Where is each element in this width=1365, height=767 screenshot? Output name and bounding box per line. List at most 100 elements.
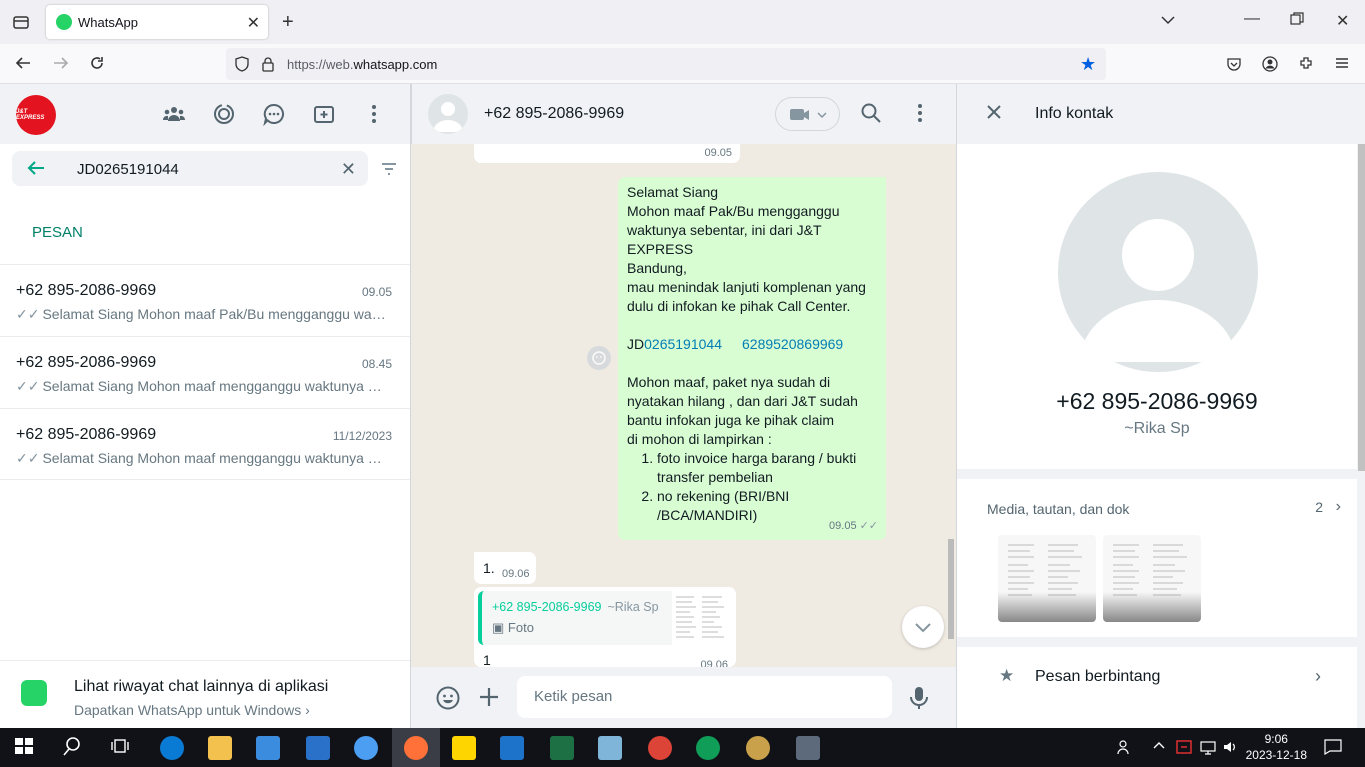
- lock-icon[interactable]: [261, 56, 275, 72]
- close-info-icon[interactable]: [984, 102, 1004, 122]
- chevron-right-icon[interactable]: ›: [1315, 666, 1321, 687]
- contact-large-avatar[interactable]: [1058, 172, 1258, 372]
- sticky-notes-icon[interactable]: [452, 736, 476, 760]
- media-thumbnail[interactable]: [1103, 535, 1201, 622]
- chat-preview: ✓✓ Selamat Siang Mohon maaf Pak/Bu mengga…: [16, 306, 386, 322]
- contact-avatar[interactable]: [428, 94, 468, 134]
- shield-icon[interactable]: [234, 56, 250, 72]
- chevron-right-icon[interactable]: ›: [1336, 498, 1341, 516]
- network-icon[interactable]: [1200, 739, 1216, 755]
- windows-start-icon[interactable]: [14, 736, 38, 760]
- search-back-arrow-icon[interactable]: [26, 158, 46, 178]
- promo-link[interactable]: Dapatkan WhatsApp untuk Windows ›: [74, 702, 310, 718]
- info-scrollbar[interactable]: [1358, 144, 1365, 471]
- media-section[interactable]: Media, tautan, dan dok 2 ›: [957, 479, 1357, 637]
- app-icon[interactable]: [598, 736, 622, 760]
- chrome-icon[interactable]: [648, 736, 672, 760]
- profile-avatar[interactable]: J&T EXPRESS: [16, 95, 56, 135]
- edge-icon[interactable]: [160, 736, 184, 760]
- more-options-icon[interactable]: [362, 102, 386, 126]
- microphone-icon[interactable]: [909, 685, 929, 711]
- address-bar[interactable]: https://web.whatsapp.com ★: [226, 48, 1106, 80]
- outgoing-message[interactable]: Selamat Siang Mohon maaf Pak/Bu menggang…: [618, 177, 886, 540]
- incoming-reply-message[interactable]: +62 895-2086-9969 ~Rika Sp ▣ Foto 1 09.0…: [474, 587, 736, 667]
- store-icon[interactable]: [256, 736, 280, 760]
- react-emoji-icon[interactable]: [587, 346, 611, 370]
- attach-plus-icon[interactable]: [477, 685, 501, 709]
- message-time: 09.06: [700, 659, 728, 667]
- volume-icon[interactable]: [1222, 739, 1238, 755]
- new-chat-icon[interactable]: [312, 102, 336, 126]
- search-input[interactable]: JD0265191044 ✕: [12, 151, 368, 186]
- desktop-app-promo[interactable]: Lihat riwayat chat lainnya di aplikasi D…: [0, 660, 410, 728]
- message-input[interactable]: Ketik pesan: [517, 676, 892, 718]
- chrome-profile-icon[interactable]: [696, 736, 720, 760]
- video-call-button[interactable]: [775, 97, 840, 131]
- restore-icon[interactable]: [1290, 12, 1304, 26]
- incoming-message[interactable]: 1. 09.06: [474, 552, 536, 584]
- emoji-icon[interactable]: [435, 685, 461, 711]
- quoted-message[interactable]: +62 895-2086-9969 ~Rika Sp ▣ Foto: [478, 591, 732, 645]
- app-icon[interactable]: [500, 736, 524, 760]
- extensions-icon[interactable]: [1298, 55, 1314, 71]
- tray-chevron-up-icon[interactable]: [1152, 739, 1166, 753]
- minimize-icon[interactable]: —: [1244, 10, 1260, 28]
- paint-icon[interactable]: [746, 736, 770, 760]
- new-tab-icon[interactable]: +: [282, 11, 294, 34]
- pocket-icon[interactable]: [1226, 56, 1242, 72]
- bookmark-star-icon[interactable]: ★: [1080, 54, 1096, 75]
- notifications-icon[interactable]: [1324, 739, 1342, 755]
- jd-number-link[interactable]: 0265191044: [644, 336, 722, 352]
- tab-list-icon[interactable]: [12, 13, 30, 31]
- message-line: dulu di infokan ke pihak Call Center.: [627, 298, 851, 314]
- chevron-right-icon: ›: [305, 702, 310, 718]
- firefox-icon[interactable]: [404, 736, 428, 760]
- reload-icon[interactable]: [88, 54, 106, 72]
- antivirus-icon[interactable]: [1176, 739, 1192, 755]
- people-icon[interactable]: [1116, 739, 1132, 755]
- account-icon[interactable]: [1262, 56, 1278, 72]
- quoted-thumbnail: [672, 591, 732, 645]
- browser-tab-whatsapp[interactable]: WhatsApp ✕: [46, 5, 268, 39]
- starred-label: Pesan berbintang: [1035, 668, 1161, 685]
- chat-list-item[interactable]: +62 895-2086-9969 08.45 ✓✓ Selamat Siang …: [0, 336, 410, 408]
- filter-icon[interactable]: [380, 160, 398, 178]
- starred-messages-item[interactable]: ★ Pesan berbintang ›: [957, 647, 1357, 728]
- message-line: mau menindak lanjuti komplenan yang: [627, 279, 866, 295]
- task-view-icon[interactable]: [110, 736, 134, 760]
- clear-search-icon[interactable]: ✕: [341, 159, 356, 180]
- close-tab-icon[interactable]: ✕: [247, 13, 260, 33]
- calculator-icon[interactable]: [796, 736, 820, 760]
- channels-icon[interactable]: [262, 102, 286, 126]
- file-explorer-icon[interactable]: [208, 736, 232, 760]
- close-window-icon[interactable]: ✕: [1336, 11, 1349, 31]
- status-icon[interactable]: [212, 102, 236, 126]
- conversation-contact-name: +62 895-2086-9969: [484, 105, 625, 122]
- media-label: Media, tautan, dan dok: [987, 501, 1130, 517]
- conversation-scrollbar[interactable]: [948, 539, 954, 639]
- url-text: https://web.whatsapp.com: [287, 57, 438, 72]
- back-icon[interactable]: [14, 54, 32, 72]
- contact-number: +62 895-2086-9969: [1056, 388, 1258, 414]
- taskbar-clock[interactable]: 9:06 2023-12-18: [1246, 731, 1307, 763]
- contact-alias: ~Rika Sp: [1124, 420, 1190, 437]
- menu-icon[interactable]: [1334, 55, 1350, 71]
- communities-icon[interactable]: [162, 102, 186, 126]
- incoming-message[interactable]: 09.05: [474, 144, 740, 163]
- read-tick-icon: ✓✓: [16, 450, 40, 466]
- conversation-menu-icon[interactable]: [909, 102, 931, 124]
- search-icon[interactable]: [62, 736, 86, 760]
- chevron-down-icon[interactable]: [1160, 12, 1176, 28]
- telegram-icon[interactable]: [354, 736, 378, 760]
- chat-list-item[interactable]: +62 895-2086-9969 11/12/2023 ✓✓ Selamat S…: [0, 408, 410, 480]
- message-line: Selamat Siang: [627, 184, 719, 200]
- media-thumbnail[interactable]: [998, 535, 1096, 622]
- search-icon[interactable]: [860, 102, 882, 124]
- phone-number-link[interactable]: 6289520869969: [742, 336, 843, 352]
- conversation-header[interactable]: +62 895-2086-9969: [411, 84, 956, 144]
- mail-icon[interactable]: [306, 736, 330, 760]
- forward-icon[interactable]: [52, 54, 70, 72]
- scroll-to-bottom-button[interactable]: [902, 606, 944, 648]
- excel-icon[interactable]: [550, 736, 574, 760]
- chat-list-item[interactable]: +62 895-2086-9969 09.05 ✓✓ Selamat Siang …: [0, 264, 410, 336]
